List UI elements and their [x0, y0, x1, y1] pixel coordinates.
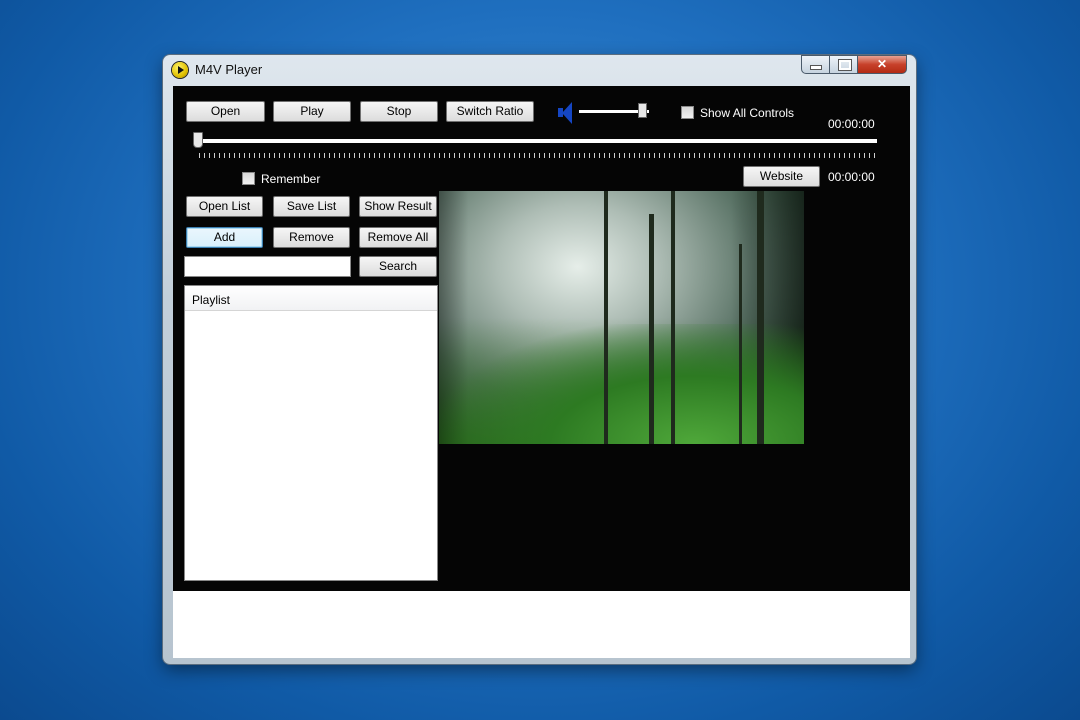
volume-slider-thumb[interactable]: [637, 103, 647, 118]
speaker-icon[interactable]: [558, 101, 574, 125]
search-input[interactable]: [184, 256, 351, 277]
seek-slider-ticks: [199, 153, 875, 158]
maximize-button[interactable]: [829, 55, 858, 74]
remember-label: Remember: [261, 172, 321, 186]
switch-ratio-button[interactable]: Switch Ratio: [446, 101, 534, 122]
close-button[interactable]: ✕: [857, 55, 907, 74]
playlist-column-header[interactable]: Playlist: [185, 286, 437, 311]
save-list-button[interactable]: Save List: [273, 196, 350, 217]
search-button[interactable]: Search: [359, 256, 437, 277]
seek-slider-track[interactable]: [197, 139, 877, 143]
video-frame-tree: [649, 214, 654, 444]
status-area: [173, 591, 910, 658]
play-circle-icon: [172, 62, 188, 78]
playlist-listview[interactable]: Playlist: [184, 285, 438, 581]
title-bar[interactable]: M4V Player ✕: [163, 55, 916, 85]
open-button[interactable]: Open: [186, 101, 265, 122]
video-display[interactable]: [439, 191, 804, 444]
seek-slider-thumb[interactable]: [193, 132, 203, 148]
play-button[interactable]: Play: [273, 101, 351, 122]
video-frame-tree: [604, 191, 608, 444]
show-result-button[interactable]: Show Result: [359, 196, 437, 217]
elapsed-time-top: 00:00:00: [828, 117, 875, 131]
show-all-controls-label: Show All Controls: [700, 106, 795, 120]
open-list-button[interactable]: Open List: [186, 196, 263, 217]
add-button[interactable]: Add: [186, 227, 263, 248]
elapsed-time-bottom: 00:00:00: [828, 170, 875, 184]
remember-checkbox[interactable]: [242, 172, 255, 185]
minimize-button[interactable]: [801, 55, 830, 74]
show-all-controls-checkbox[interactable]: [681, 106, 694, 119]
window-title: M4V Player: [195, 62, 263, 77]
video-frame-tree: [739, 244, 742, 444]
website-button[interactable]: Website: [743, 166, 820, 187]
video-frame-tree: [671, 191, 675, 444]
video-frame-foliage: [439, 324, 804, 444]
video-frame-tree: [757, 191, 764, 444]
player-client-area: Open Play Stop Switch Ratio Show All Con…: [173, 86, 910, 658]
remove-button[interactable]: Remove: [273, 227, 350, 248]
stop-button[interactable]: Stop: [360, 101, 438, 122]
remove-all-button[interactable]: Remove All: [359, 227, 437, 248]
m4v-player-window: M4V Player ✕ Open Play Stop Switch Ratio…: [163, 55, 916, 664]
